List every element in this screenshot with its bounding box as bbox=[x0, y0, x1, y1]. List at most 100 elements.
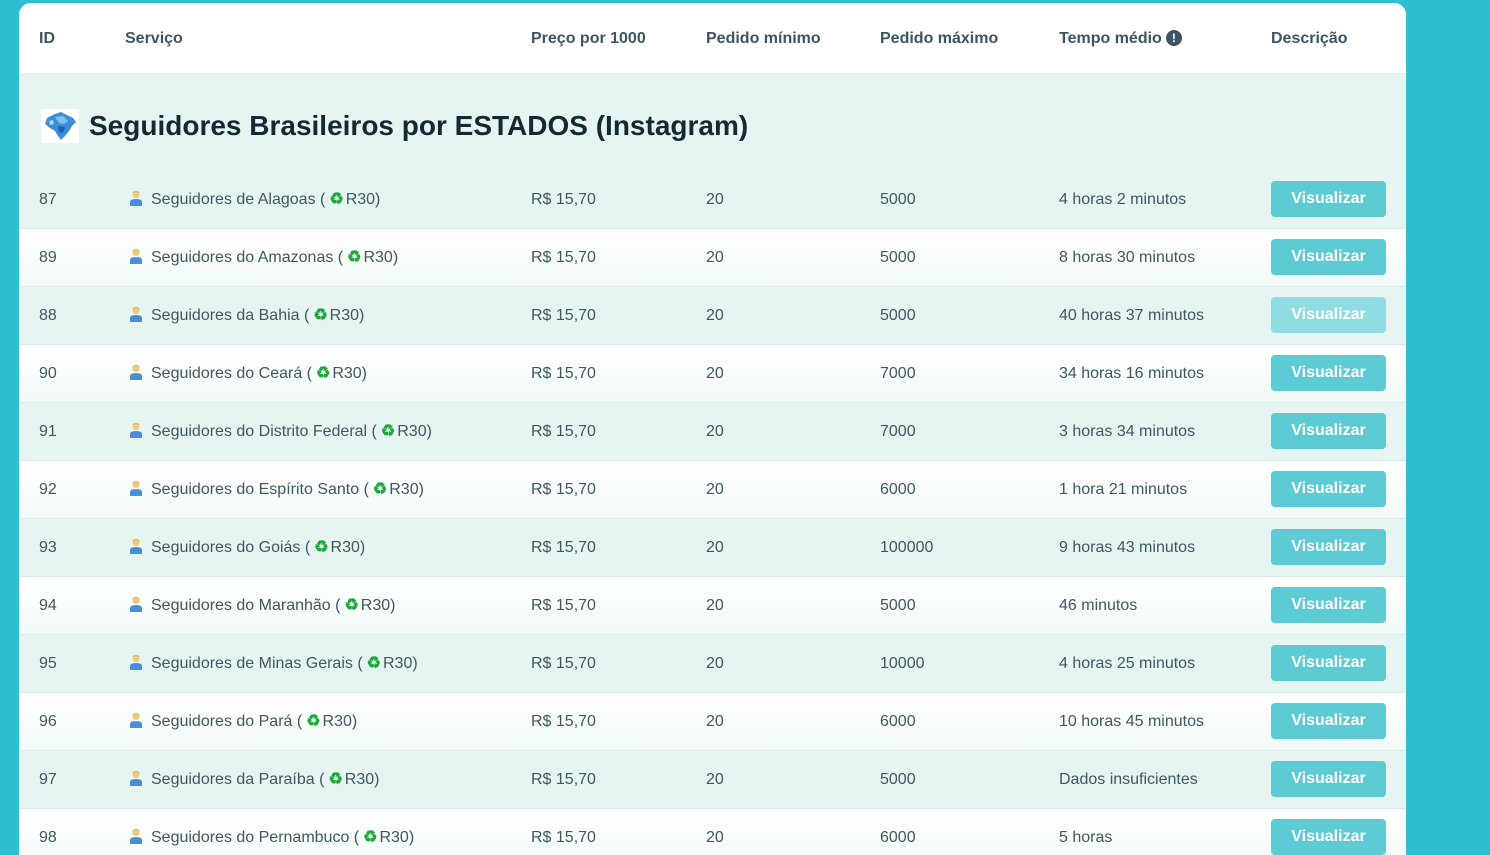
view-button[interactable]: Visualizar bbox=[1271, 239, 1386, 275]
row-price: R$ 15,70 bbox=[531, 191, 596, 208]
row-avg-time: 1 hora 21 minutos bbox=[1059, 481, 1188, 498]
view-button[interactable]: Visualizar bbox=[1271, 703, 1386, 739]
row-avg-time: 4 horas 25 minutos bbox=[1059, 655, 1196, 672]
person-icon bbox=[130, 480, 142, 496]
row-max: 7000 bbox=[880, 365, 916, 382]
row-price: R$ 15,70 bbox=[531, 365, 596, 382]
row-id: 95 bbox=[39, 655, 57, 672]
person-icon bbox=[130, 770, 142, 786]
table-row: 88 Seguidores da Bahia (♻ R30) R$ 15,70 2… bbox=[19, 287, 1406, 345]
row-min: 20 bbox=[706, 365, 724, 382]
header-id[interactable]: ID bbox=[39, 3, 55, 73]
row-price: R$ 15,70 bbox=[531, 655, 596, 672]
row-min: 20 bbox=[706, 307, 724, 324]
category-header: Seguidores Brasileiros por ESTADOS (Inst… bbox=[19, 74, 1406, 171]
row-max: 6000 bbox=[880, 829, 916, 846]
services-table: ID Serviço Preço por 1000 Pedido mínimo … bbox=[19, 3, 1406, 855]
row-id: 91 bbox=[39, 423, 57, 440]
row-id: 98 bbox=[39, 829, 57, 846]
row-min: 20 bbox=[706, 249, 724, 266]
person-icon bbox=[130, 422, 142, 438]
recycle-icon: ♻ bbox=[328, 771, 343, 788]
row-avg-time: 5 horas bbox=[1059, 829, 1113, 846]
header-avg-time[interactable]: Tempo médio! bbox=[1059, 3, 1182, 73]
row-max: 10000 bbox=[880, 655, 925, 672]
table-row: 87 Seguidores de Alagoas (♻ R30) R$ 15,70… bbox=[19, 171, 1406, 229]
service-tag: R30) bbox=[397, 423, 432, 440]
info-icon[interactable]: ! bbox=[1165, 30, 1182, 46]
row-id: 88 bbox=[39, 307, 57, 324]
table-row: 94 Seguidores do Maranhão (♻ R30) R$ 15,7… bbox=[19, 577, 1406, 635]
recycle-icon: ♻ bbox=[366, 655, 381, 672]
row-price: R$ 15,70 bbox=[531, 829, 596, 846]
row-service: Seguidores do Ceará (♻ R30) bbox=[129, 345, 367, 402]
row-id: 96 bbox=[39, 713, 57, 730]
table-row: 96 Seguidores do Pará (♻ R30) R$ 15,70 20… bbox=[19, 693, 1406, 751]
header-price[interactable]: Preço por 1000 bbox=[531, 3, 646, 73]
row-id: 94 bbox=[39, 597, 57, 614]
service-name: Seguidores do Ceará ( bbox=[151, 365, 312, 382]
row-min: 20 bbox=[706, 481, 724, 498]
row-price: R$ 15,70 bbox=[531, 771, 596, 788]
recycle-icon: ♻ bbox=[313, 307, 328, 324]
row-max: 5000 bbox=[880, 771, 916, 788]
view-button[interactable]: Visualizar bbox=[1271, 355, 1386, 391]
person-icon bbox=[130, 190, 142, 206]
service-name: Seguidores do Distrito Federal ( bbox=[151, 423, 377, 440]
row-min: 20 bbox=[706, 713, 724, 730]
row-id: 93 bbox=[39, 539, 57, 556]
recycle-icon: ♻ bbox=[347, 249, 362, 266]
row-max: 100000 bbox=[880, 539, 934, 556]
header-avg-time-label: Tempo médio bbox=[1059, 30, 1162, 47]
recycle-icon: ♻ bbox=[315, 365, 331, 382]
view-button[interactable]: Visualizar bbox=[1271, 413, 1386, 449]
table-row: 90 Seguidores do Ceará (♻ R30) R$ 15,70 2… bbox=[19, 345, 1406, 403]
header-service[interactable]: Serviço bbox=[125, 3, 183, 73]
person-icon bbox=[130, 596, 142, 612]
row-avg-time: 46 minutos bbox=[1059, 597, 1138, 614]
view-button[interactable]: Visualizar bbox=[1271, 529, 1386, 565]
service-name: Seguidores de Alagoas ( bbox=[151, 191, 326, 208]
row-avg-time: 9 horas 43 minutos bbox=[1059, 539, 1196, 556]
service-name: Seguidores do Pará ( bbox=[151, 713, 303, 730]
row-max: 6000 bbox=[880, 713, 916, 730]
service-tag: R30) bbox=[383, 655, 418, 672]
row-max: 5000 bbox=[880, 249, 916, 266]
row-avg-time: Dados insuficientes bbox=[1059, 771, 1198, 788]
view-button[interactable]: Visualizar bbox=[1271, 761, 1386, 797]
service-tag: R30) bbox=[345, 191, 381, 208]
view-button[interactable]: Visualizar bbox=[1271, 819, 1386, 855]
row-price: R$ 15,70 bbox=[531, 423, 596, 440]
service-tag: R30) bbox=[379, 829, 415, 846]
person-icon bbox=[130, 712, 142, 728]
recycle-icon: ♻ bbox=[380, 423, 396, 440]
row-service: Seguidores do Pará (♻ R30) bbox=[129, 693, 357, 750]
row-avg-time: 8 horas 30 minutos bbox=[1059, 249, 1196, 266]
row-max: 7000 bbox=[880, 423, 916, 440]
row-min: 20 bbox=[706, 829, 724, 846]
row-service: Seguidores de Minas Gerais (♻ R30) bbox=[129, 635, 418, 692]
row-price: R$ 15,70 bbox=[531, 713, 596, 730]
service-name: Seguidores da Paraíba ( bbox=[151, 771, 325, 788]
table-body: 87 Seguidores de Alagoas (♻ R30) R$ 15,70… bbox=[19, 171, 1406, 855]
table-header: ID Serviço Preço por 1000 Pedido mínimo … bbox=[19, 3, 1406, 74]
header-max[interactable]: Pedido máximo bbox=[880, 3, 998, 73]
view-button[interactable]: Visualizar bbox=[1271, 297, 1386, 333]
row-service: Seguidores do Espírito Santo (♻ R30) bbox=[129, 461, 424, 518]
view-button[interactable]: Visualizar bbox=[1271, 587, 1386, 623]
row-avg-time: 4 horas 2 minutos bbox=[1059, 191, 1187, 208]
person-icon bbox=[130, 538, 142, 554]
view-button[interactable]: Visualizar bbox=[1271, 645, 1386, 681]
service-name: Seguidores do Pernambuco ( bbox=[151, 829, 360, 846]
category-title: Seguidores Brasileiros por ESTADOS (Inst… bbox=[89, 110, 749, 141]
header-description: Descrição bbox=[1271, 30, 1348, 47]
brazil-map-icon bbox=[41, 109, 79, 143]
row-id: 90 bbox=[39, 365, 57, 382]
row-max: 5000 bbox=[880, 191, 916, 208]
recycle-icon: ♻ bbox=[329, 191, 344, 208]
view-button[interactable]: Visualizar bbox=[1271, 181, 1386, 217]
row-service: Seguidores do Maranhão (♻ R30) bbox=[129, 577, 395, 634]
row-id: 87 bbox=[39, 191, 57, 208]
view-button[interactable]: Visualizar bbox=[1271, 471, 1386, 507]
header-min[interactable]: Pedido mínimo bbox=[706, 3, 821, 73]
